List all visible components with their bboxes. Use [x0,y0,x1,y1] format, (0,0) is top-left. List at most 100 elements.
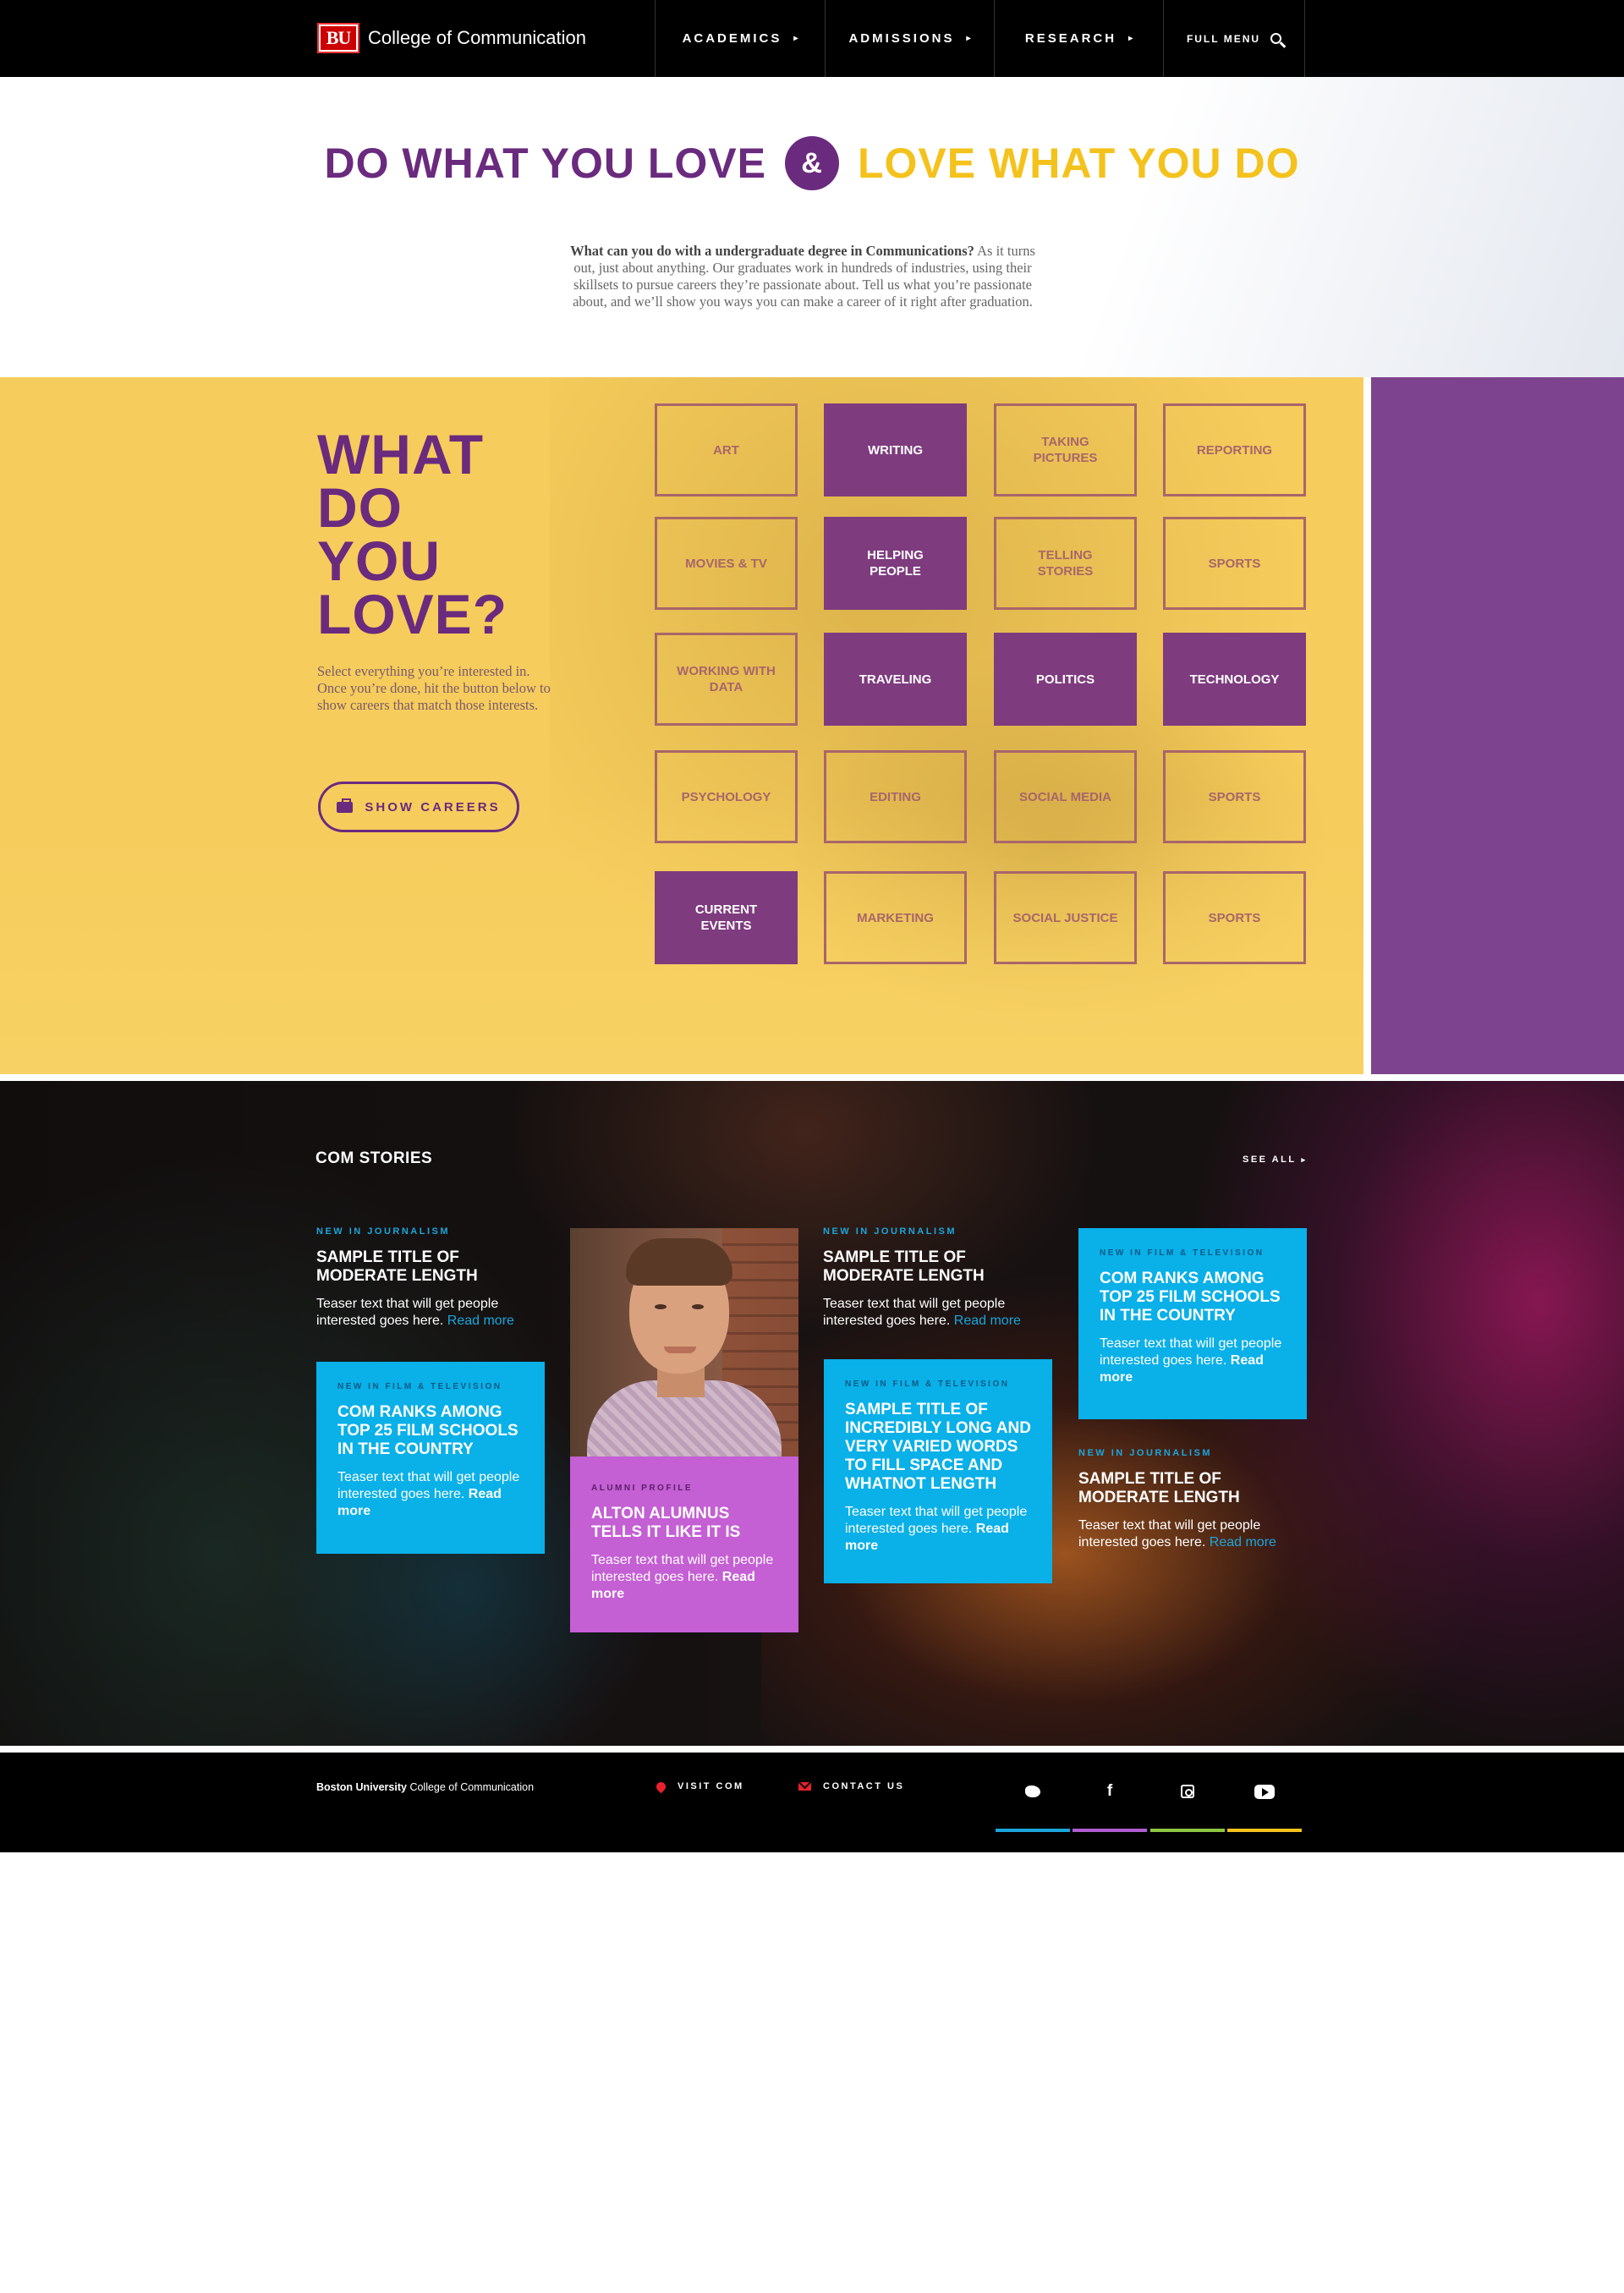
twitter-link[interactable] [995,1753,1071,1830]
nav-label: ADMISSIONS [848,31,955,46]
read-more-link[interactable]: Read more [1210,1535,1276,1550]
story-title[interactable]: COM RANKS AMONG TOP 25 FILM SCHOOLS IN T… [337,1403,524,1459]
brand[interactable]: BU College of Communication [317,22,586,54]
caret-right-icon: ▸ [1128,34,1133,43]
caret-right-icon: ▸ [966,34,971,43]
interest-tile-technology[interactable]: TECHNOLOGY [1163,633,1306,726]
search-icon[interactable] [1270,33,1282,44]
nav-label: RESEARCH [1024,31,1117,46]
interest-tile-writing[interactable]: WRITING [824,403,967,496]
briefcase-icon [337,798,354,813]
instagram-icon [1181,1785,1194,1798]
interest-tile-editing[interactable]: EDITING [824,750,967,843]
twitter-icon [1025,1786,1040,1797]
interest-tile-telling-stories[interactable]: TELLING STORIES [994,517,1137,610]
photo-eye [692,1304,704,1309]
ampersand-badge: & [785,136,839,190]
interest-tile-art[interactable]: ART [655,403,798,496]
youtube-link[interactable] [1226,1753,1303,1830]
interest-tile-taking-pictures[interactable]: TAKING PICTURES [994,403,1137,496]
footer-brand[interactable]: Boston University College of Communicati… [316,1781,534,1793]
story-kicker: NEW IN JOURNALISM [316,1226,450,1237]
interest-tile-current-events[interactable]: CURRENT EVENTS [655,871,798,964]
background-shade [0,1081,1624,1746]
interest-tile-movies-tv[interactable]: MOVIES & TV [655,517,798,610]
caret-right-icon: ▸ [1301,1155,1306,1164]
title-line: LOVE? [317,583,508,645]
story-title[interactable]: SAMPLE TITLE OF MODERATE LENGTH [823,1248,1051,1286]
photo-mouth [664,1347,696,1353]
tile-label: ART [713,442,739,458]
footer-divider [0,1746,1624,1753]
nav-academics[interactable]: ACADEMICS ▸ [655,0,825,77]
story-item[interactable]: NEW IN JOURNALISM SAMPLE TITLE OF MODERA… [823,1226,1051,1330]
facebook-icon: f [1106,1782,1113,1800]
story-title[interactable]: ALTON ALUMNUS TELLS IT LIKE IT IS [591,1505,782,1542]
interest-tile-politics[interactable]: POLITICS [994,633,1137,726]
footer-brand-bold: Boston University [316,1781,407,1793]
photo-hair [626,1238,732,1286]
interest-tile-marketing[interactable]: MARKETING [824,871,967,964]
alumni-profile-card[interactable]: ALUMNI PROFILE ALTON ALUMNUS TELLS IT LI… [570,1228,798,1632]
story-card[interactable]: NEW IN FILM & TELEVISION SAMPLE TITLE OF… [824,1359,1052,1583]
story-item[interactable]: NEW IN JOURNALISM SAMPLE TITLE OF MODERA… [316,1226,545,1330]
section-title: COM STORIES [315,1149,433,1167]
interest-tile-sports[interactable]: SPORTS [1163,750,1306,843]
read-more-link[interactable]: Read more [954,1314,1021,1328]
story-teaser: Teaser text that will get people interes… [1078,1517,1307,1551]
full-menu-button[interactable]: FULL MENU [1163,0,1305,77]
story-title[interactable]: SAMPLE TITLE OF MODERATE LENGTH [1078,1470,1307,1507]
story-title[interactable]: SAMPLE TITLE OF MODERATE LENGTH [316,1248,545,1286]
title-line: DO [317,476,403,539]
tile-label: WORKING WITH DATA [677,664,776,694]
facebook-link[interactable]: f [1072,1753,1148,1830]
title-line: WHAT [317,423,485,485]
tile-label: MOVIES & TV [685,556,767,571]
show-careers-button[interactable]: SHOW CAREERS [318,782,519,832]
map-pin-icon [654,1780,668,1793]
story-item[interactable]: NEW IN JOURNALISM SAMPLE TITLE OF MODERA… [1078,1448,1307,1551]
see-all-link[interactable]: SEE ALL ▸ [1243,1155,1305,1165]
side-panel-decoration [1371,377,1624,1074]
full-menu-label: FULL MENU [1186,32,1261,45]
interest-tile-traveling[interactable]: TRAVELING [824,633,967,726]
contact-us-link[interactable]: CONTACT US [798,1781,904,1791]
com-stories-section: COM STORIES SEE ALL ▸ NEW IN JOURNALISM S… [0,1081,1624,1746]
story-title[interactable]: SAMPLE TITLE OF INCREDIBLY LONG AND VERY… [845,1401,1031,1494]
story-kicker: NEW IN JOURNALISM [1078,1448,1212,1458]
caret-right-icon: ▸ [793,34,798,43]
interests-description: Select everything you’re interested in. … [317,663,551,713]
story-card[interactable]: NEW IN FILM & TELEVISION COM RANKS AMONG… [316,1362,545,1554]
interests-section: WHAT DO YOU LOVE? Select everything you’… [0,377,1363,1074]
nav-admissions[interactable]: ADMISSIONS ▸ [825,0,994,77]
interest-tile-reporting[interactable]: REPORTING [1163,403,1306,496]
college-name[interactable]: College of Communication [368,27,586,49]
story-card[interactable]: NEW IN FILM & TELEVISION COM RANKS AMONG… [1078,1228,1307,1419]
profile-body: ALUMNI PROFILE ALTON ALUMNUS TELLS IT LI… [591,1484,782,1603]
bu-logo[interactable]: BU [317,23,359,53]
read-more-link[interactable]: Read more [447,1314,514,1328]
story-kicker: NEW IN FILM & TELEVISION [337,1382,502,1391]
nav-research[interactable]: RESEARCH ▸ [994,0,1163,77]
interest-tile-sports[interactable]: SPORTS [1163,517,1306,610]
interest-tile-psychology[interactable]: PSYCHOLOGY [655,750,798,843]
interest-tile-helping-people[interactable]: HELPING PEOPLE [824,517,967,610]
facebook-color-bar [1073,1829,1147,1832]
story-title[interactable]: COM RANKS AMONG TOP 25 FILM SCHOOLS IN T… [1100,1270,1286,1325]
tile-label: SPORTS [1208,910,1261,925]
alumni-photo[interactable] [570,1228,798,1456]
interest-tile-sports[interactable]: SPORTS [1163,871,1306,964]
visit-com-link[interactable]: VISIT COM [654,1780,744,1793]
tile-label: SPORTS [1208,789,1261,804]
tile-label: MARKETING [857,910,934,925]
see-all-label: SEE ALL [1243,1155,1297,1165]
nav-label: ACADEMICS [682,31,782,46]
story-teaser: Teaser text that will get people interes… [845,1504,1031,1555]
interests-title: WHAT DO YOU LOVE? [317,423,508,645]
tile-label: SPORTS [1208,556,1261,571]
instagram-link[interactable] [1149,1753,1226,1830]
tile-label: HELPING PEOPLE [867,548,924,579]
interest-tile-working-with-data[interactable]: WORKING WITH DATA [655,633,798,726]
interest-tile-social-justice[interactable]: SOCIAL JUSTICE [994,871,1137,964]
interest-tile-social-media[interactable]: SOCIAL MEDIA [994,750,1137,843]
